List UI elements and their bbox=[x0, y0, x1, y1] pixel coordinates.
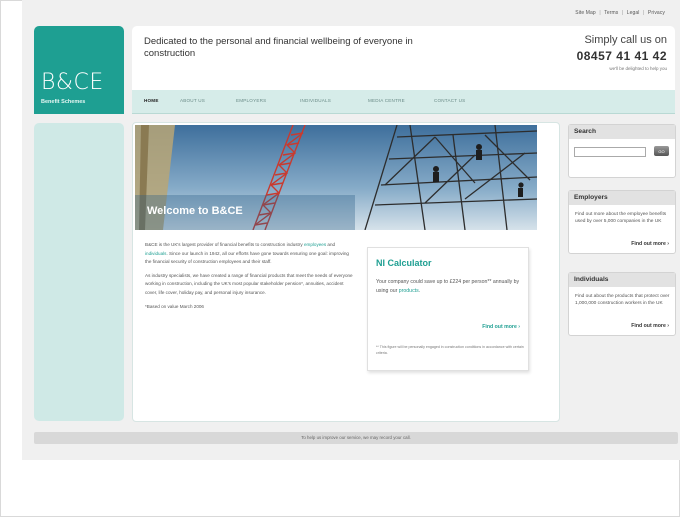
individuals-desc: Find out about the products that protect… bbox=[575, 294, 670, 306]
header: Dedicated to the personal and financial … bbox=[132, 26, 675, 90]
nav-home[interactable]: HOME bbox=[144, 98, 159, 103]
left-sidebar bbox=[34, 123, 124, 421]
individuals-find-out-more-link[interactable]: Find out more › bbox=[631, 323, 669, 329]
welcome-heading: Welcome to B&CE bbox=[147, 205, 243, 217]
call-note: we'll be delighted to help you bbox=[609, 66, 667, 71]
bce-logo[interactable]: B&CE Benefit Schemes bbox=[34, 26, 124, 114]
legal-link[interactable]: Legal bbox=[627, 10, 640, 16]
main-nav: HOME ABOUT US EMPLOYERS INDIVIDUALS MEDI… bbox=[132, 90, 675, 114]
ni-desc-a: Your company could save up to £224 per p… bbox=[376, 279, 520, 294]
employers-desc: Find out more about the employee benefit… bbox=[575, 212, 667, 224]
logo-subtitle: Benefit Schemes bbox=[41, 99, 86, 105]
intro-text-and: and bbox=[326, 242, 336, 247]
call-us: Simply call us on 08457 41 41 42 we'll b… bbox=[577, 34, 667, 71]
ni-calculator-title[interactable]: NI Calculator bbox=[376, 258, 432, 268]
separator: | bbox=[621, 10, 624, 16]
ni-footnote: ** This figure will be personally engage… bbox=[376, 345, 524, 355]
tagline: Dedicated to the personal and financial … bbox=[144, 36, 413, 59]
phone-number[interactable]: 08457 41 41 42 bbox=[577, 49, 667, 63]
nav-media-centre[interactable]: MEDIA CENTRE bbox=[368, 98, 405, 103]
employers-panel: Employers Find out more about the employ… bbox=[568, 190, 676, 254]
intro-text-b: . Since our launch in 1942, all our effo… bbox=[145, 250, 349, 265]
ni-calculator-box: NI Calculator Your company could save up… bbox=[367, 247, 529, 371]
search-title: Search bbox=[569, 125, 675, 139]
call-label: Simply call us on bbox=[584, 34, 667, 46]
search-input[interactable] bbox=[574, 147, 646, 157]
specialists-paragraph: As industry specialists, we have created… bbox=[145, 272, 353, 295]
employers-title[interactable]: Employers bbox=[569, 191, 675, 205]
page-canvas: Site Map | Terms | Legal | Privacy B&CE … bbox=[22, 0, 680, 460]
products-link[interactable]: products bbox=[399, 288, 419, 294]
intro-text: B&CE is the UK's largest provider of fin… bbox=[145, 241, 353, 316]
logo-mark: B&CE bbox=[41, 70, 104, 95]
intro-text-a: B&CE is the UK's largest provider of fin… bbox=[145, 242, 304, 247]
footnote: *Based on value March 2006 bbox=[145, 303, 204, 309]
nav-individuals[interactable]: INDIVIDUALS bbox=[300, 98, 331, 103]
individuals-panel: Individuals Find out about the products … bbox=[568, 272, 676, 336]
individuals-title[interactable]: Individuals bbox=[569, 273, 675, 287]
search-panel: Search GO bbox=[568, 124, 676, 178]
sitemap-link[interactable]: Site Map bbox=[575, 10, 596, 16]
main-content: Welcome to B&CE B&CE is the UK's largest… bbox=[132, 122, 560, 422]
employees-link[interactable]: employees bbox=[304, 242, 326, 247]
search-button[interactable]: GO bbox=[654, 146, 669, 156]
separator: | bbox=[643, 10, 645, 16]
nav-contact-us[interactable]: CONTACT US bbox=[434, 98, 465, 103]
nav-employers[interactable]: EMPLOYERS bbox=[236, 98, 266, 103]
employers-find-out-more-link[interactable]: Find out more › bbox=[631, 241, 669, 247]
utility-links: Site Map | Terms | Legal | Privacy bbox=[574, 10, 666, 16]
ni-calculator-desc: Your company could save up to £224 per p… bbox=[376, 278, 526, 296]
separator: | bbox=[599, 10, 601, 16]
ni-desc-b: . bbox=[418, 288, 421, 294]
individuals-link[interactable]: individuals bbox=[145, 251, 166, 256]
hero-banner: Welcome to B&CE bbox=[135, 125, 537, 230]
footer-bar: To help us improve our service, we may r… bbox=[34, 432, 678, 444]
terms-link[interactable]: Terms bbox=[604, 10, 618, 16]
ni-find-out-more-link[interactable]: Find out more › bbox=[482, 324, 520, 330]
nav-about-us[interactable]: ABOUT US bbox=[180, 98, 205, 103]
intro-paragraph: B&CE is the UK's largest provider of fin… bbox=[145, 241, 353, 267]
privacy-link[interactable]: Privacy bbox=[648, 10, 665, 16]
